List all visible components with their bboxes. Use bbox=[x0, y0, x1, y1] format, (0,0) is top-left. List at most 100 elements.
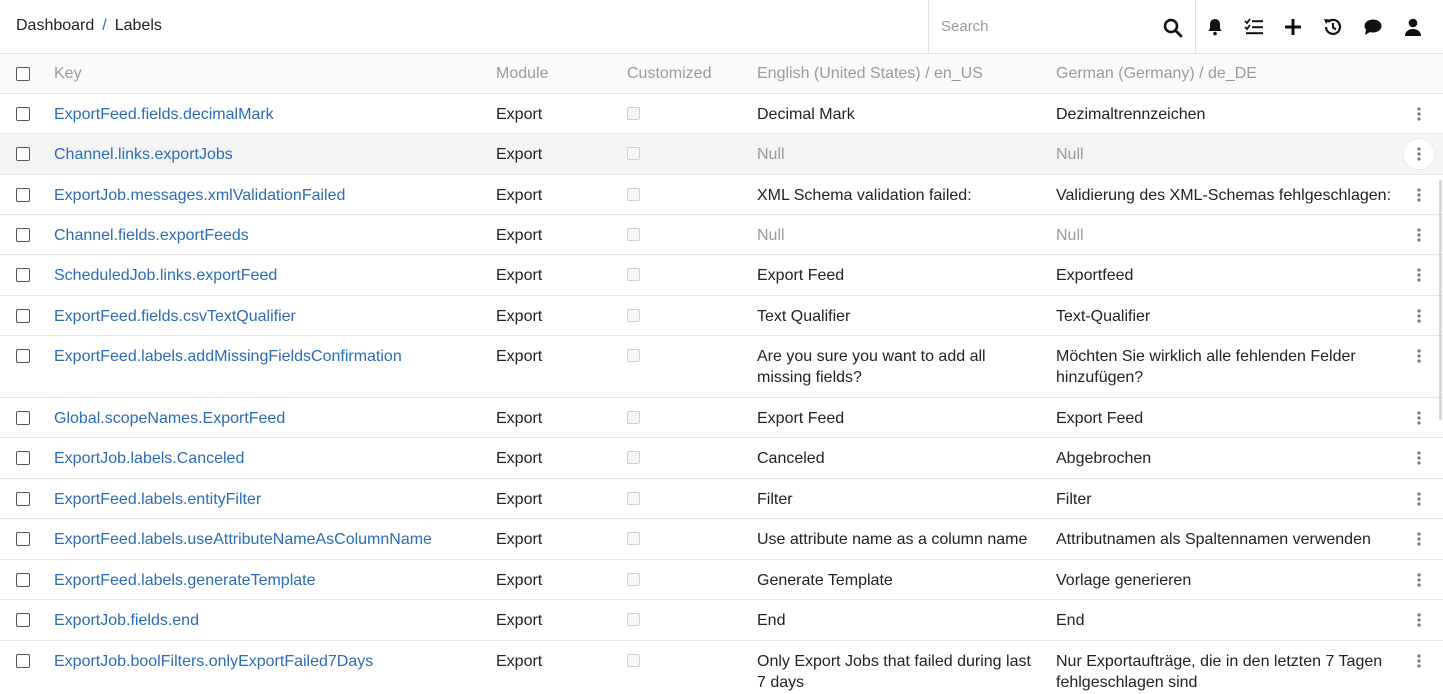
table-row[interactable]: Global.scopeNames.ExportFeed Export Export… bbox=[0, 398, 1443, 438]
history-icon[interactable] bbox=[1322, 16, 1344, 38]
label-key-link[interactable]: ExportFeed.labels.generateTemplate bbox=[54, 570, 316, 591]
row-actions-kebab-icon[interactable] bbox=[1404, 139, 1434, 169]
label-key-link[interactable]: Channel.links.exportJobs bbox=[54, 144, 233, 165]
column-customized[interactable]: Customized bbox=[627, 65, 711, 83]
row-checkbox[interactable] bbox=[16, 268, 30, 282]
module-cell: Export bbox=[496, 348, 543, 365]
label-key-link[interactable]: ExportFeed.labels.addMissingFieldsConfir… bbox=[54, 346, 402, 367]
table-header: Key Module Customized English (United St… bbox=[0, 54, 1443, 94]
row-actions-kebab-icon[interactable] bbox=[1404, 301, 1434, 331]
module-cell: Export bbox=[496, 410, 543, 427]
english-value: Null bbox=[757, 227, 785, 244]
row-actions-kebab-icon[interactable] bbox=[1404, 565, 1434, 595]
row-checkbox[interactable] bbox=[16, 349, 30, 363]
user-icon[interactable] bbox=[1402, 16, 1424, 38]
label-key-link[interactable]: ExportFeed.labels.useAttributeNameAsColu… bbox=[54, 529, 432, 550]
row-actions-kebab-icon[interactable] bbox=[1404, 180, 1434, 210]
row-checkbox[interactable] bbox=[16, 451, 30, 465]
row-actions-kebab-icon[interactable] bbox=[1404, 646, 1434, 676]
row-checkbox[interactable] bbox=[16, 107, 30, 121]
customized-checkbox bbox=[627, 654, 640, 667]
tasks-icon[interactable] bbox=[1243, 16, 1265, 38]
german-value: Export Feed bbox=[1056, 410, 1144, 427]
row-actions-kebab-icon[interactable] bbox=[1404, 403, 1434, 433]
customized-checkbox bbox=[627, 451, 640, 464]
breadcrumb-separator: / bbox=[102, 17, 107, 34]
german-value: Vorlage generieren bbox=[1056, 572, 1192, 589]
row-checkbox[interactable] bbox=[16, 654, 30, 668]
label-key-link[interactable]: ExportJob.boolFilters.onlyExportFailed7D… bbox=[54, 651, 373, 672]
column-english[interactable]: English (United States) / en_US bbox=[757, 65, 983, 83]
search-icon[interactable] bbox=[1163, 18, 1183, 38]
row-checkbox[interactable] bbox=[16, 309, 30, 323]
english-value: Export Feed bbox=[757, 410, 845, 427]
row-checkbox[interactable] bbox=[16, 411, 30, 425]
english-value: End bbox=[757, 612, 786, 629]
table-row[interactable]: ScheduledJob.links.exportFeed Export Expor… bbox=[0, 255, 1443, 296]
row-actions-kebab-icon[interactable] bbox=[1404, 605, 1434, 635]
row-checkbox[interactable] bbox=[16, 492, 30, 506]
table-row[interactable]: ExportFeed.fields.decimalMark Export Decim… bbox=[0, 94, 1443, 134]
label-key-link[interactable]: ExportFeed.labels.entityFilter bbox=[54, 489, 261, 510]
label-key-link[interactable]: ExportJob.fields.end bbox=[54, 610, 199, 631]
customized-checkbox bbox=[627, 492, 640, 505]
top-bar: Dashboard / Labels bbox=[0, 0, 1443, 54]
customized-checkbox bbox=[627, 573, 640, 586]
chat-icon[interactable] bbox=[1362, 16, 1384, 38]
label-key-link[interactable]: Channel.fields.exportFeeds bbox=[54, 225, 249, 246]
bell-icon[interactable] bbox=[1204, 16, 1226, 38]
breadcrumb-current: Labels bbox=[114, 17, 162, 34]
table-row[interactable]: ExportJob.labels.Canceled Export Canceled A… bbox=[0, 438, 1443, 479]
table-row[interactable]: Channel.fields.exportFeeds Export Null Null bbox=[0, 215, 1443, 255]
row-actions-kebab-icon[interactable] bbox=[1404, 99, 1434, 129]
label-key-link[interactable]: ExportJob.messages.xmlValidationFailed bbox=[54, 185, 345, 206]
label-key-link[interactable]: ScheduledJob.links.exportFeed bbox=[54, 265, 277, 286]
column-module[interactable]: Module bbox=[496, 65, 548, 83]
column-key[interactable]: Key bbox=[54, 65, 82, 83]
plus-icon[interactable] bbox=[1282, 16, 1304, 38]
english-value: Are you sure you want to add all missing… bbox=[757, 348, 986, 386]
row-actions-kebab-icon[interactable] bbox=[1404, 484, 1434, 514]
table-row[interactable]: ExportFeed.labels.addMissingFieldsConfir… bbox=[0, 336, 1443, 398]
german-value: Abgebrochen bbox=[1056, 450, 1152, 467]
table-row[interactable]: ExportJob.boolFilters.onlyExportFailed7D… bbox=[0, 641, 1443, 694]
table-row[interactable]: ExportFeed.labels.entityFilter Export Filt… bbox=[0, 479, 1443, 519]
module-cell: Export bbox=[496, 267, 543, 284]
table-row[interactable]: Channel.links.exportJobs Export Null Null bbox=[0, 134, 1443, 175]
german-value: Null bbox=[1056, 227, 1084, 244]
row-actions-kebab-icon[interactable] bbox=[1404, 220, 1434, 250]
customized-checkbox bbox=[627, 268, 640, 281]
german-value: Dezimaltrennzeichen bbox=[1056, 106, 1206, 123]
label-key-link[interactable]: Global.scopeNames.ExportFeed bbox=[54, 408, 285, 429]
row-checkbox[interactable] bbox=[16, 613, 30, 627]
breadcrumb-dashboard[interactable]: Dashboard bbox=[16, 17, 94, 34]
row-actions-kebab-icon[interactable] bbox=[1404, 260, 1434, 290]
module-cell: Export bbox=[496, 227, 543, 244]
table-row[interactable]: ExportJob.fields.end Export End End bbox=[0, 600, 1443, 641]
row-checkbox[interactable] bbox=[16, 188, 30, 202]
table-row[interactable]: ExportJob.messages.xmlValidationFailed Ex… bbox=[0, 175, 1443, 215]
row-actions-kebab-icon[interactable] bbox=[1404, 524, 1434, 554]
search-input[interactable] bbox=[929, 0, 1154, 53]
row-actions-kebab-icon[interactable] bbox=[1404, 443, 1434, 473]
label-key-link[interactable]: ExportFeed.fields.csvTextQualifier bbox=[54, 306, 296, 327]
table-row[interactable]: ExportFeed.fields.csvTextQualifier Export… bbox=[0, 296, 1443, 336]
table-row[interactable]: ExportFeed.labels.useAttributeNameAsColu… bbox=[0, 519, 1443, 560]
table-row[interactable]: ExportFeed.labels.generateTemplate Export… bbox=[0, 560, 1443, 600]
module-cell: Export bbox=[496, 612, 543, 629]
module-cell: Export bbox=[496, 187, 543, 204]
row-actions-kebab-icon[interactable] bbox=[1404, 341, 1434, 371]
label-key-link[interactable]: ExportJob.labels.Canceled bbox=[54, 448, 244, 469]
german-value: Filter bbox=[1056, 491, 1092, 508]
label-key-link[interactable]: ExportFeed.fields.decimalMark bbox=[54, 104, 274, 125]
column-german[interactable]: German (Germany) / de_DE bbox=[1056, 65, 1257, 83]
english-value: Decimal Mark bbox=[757, 106, 855, 123]
row-checkbox[interactable] bbox=[16, 532, 30, 546]
scrollbar[interactable] bbox=[1439, 180, 1442, 420]
customized-checkbox bbox=[627, 147, 640, 160]
customized-checkbox bbox=[627, 349, 640, 362]
row-checkbox[interactable] bbox=[16, 147, 30, 161]
row-checkbox[interactable] bbox=[16, 228, 30, 242]
row-checkbox[interactable] bbox=[16, 573, 30, 587]
select-all-checkbox[interactable] bbox=[16, 67, 30, 81]
